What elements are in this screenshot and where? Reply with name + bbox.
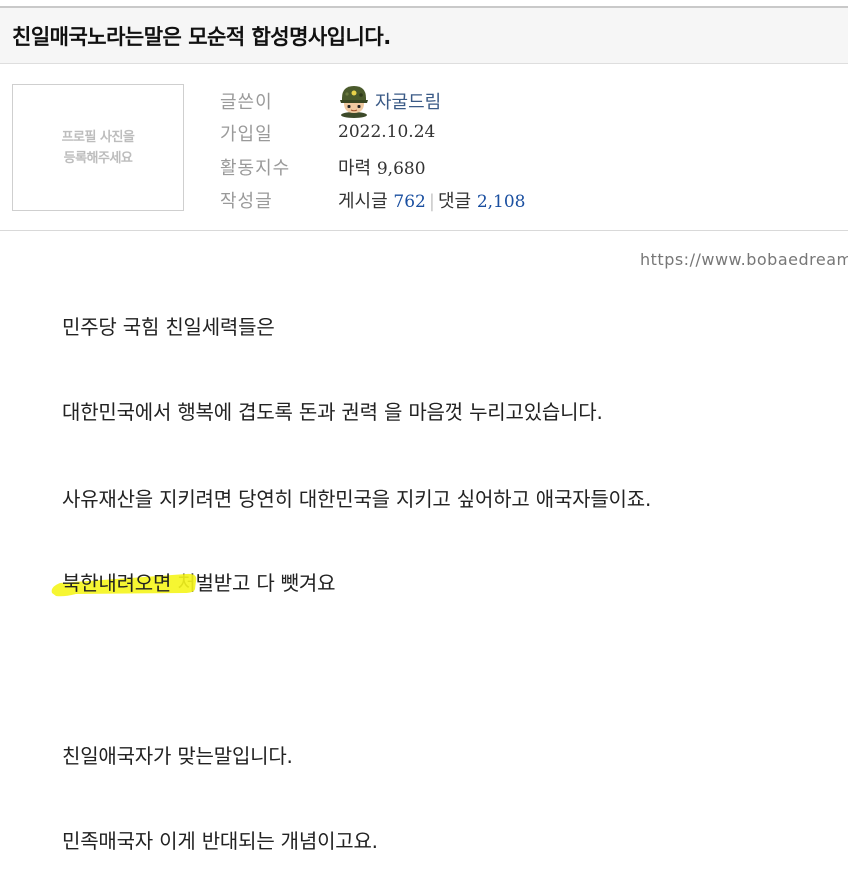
body-line-6: 민족매국자 이게 반대되는 개념이고요. (62, 829, 378, 853)
profile-photo-placeholder: 프로필 사진을 등록해주세요 (12, 84, 184, 211)
author-name[interactable]: 자굴드림 (375, 92, 441, 113)
profile-photo-text-line1: 프로필 사진을 (61, 129, 135, 145)
author-label: 글쓴이 (220, 92, 273, 113)
activity-score: 9,680 (376, 159, 426, 179)
body-line-3: 사유재산을 지키려면 당연히 대한민국을 지키고 싶어하고 애국자들이죠. (62, 487, 652, 511)
post-title: 친일매국노라는말은 모순적 합성명사입니다. (12, 25, 391, 49)
info-divider (0, 230, 848, 231)
comments-count[interactable]: 2,108 (477, 192, 526, 212)
comments-count-label: 댓글 (437, 191, 472, 212)
body-line-1: 민주당 국힘 친일세력들은 (62, 315, 275, 339)
soldier-avatar-icon (336, 82, 372, 118)
activity-value-row: 마력 9,680 (338, 154, 426, 180)
body-line-2: 대한민국에서 행복에 겹도록 돈과 권력 을 마음껏 누리고있습니다. (62, 400, 603, 424)
posts-count[interactable]: 762 (393, 192, 425, 212)
title-bar: 친일매국노라는말은 모순적 합성명사입니다. (0, 8, 848, 64)
posts-label: 작성글 (220, 191, 273, 212)
posts-count-label: 게시글 (338, 191, 388, 212)
posts-value-row: 게시글 762 | 댓글 2,108 (338, 187, 525, 213)
separator: | (428, 191, 435, 212)
highlighted-phrase: 북한내려오면 (51, 567, 197, 597)
activity-type: 마력 (338, 158, 372, 179)
highlighted-text: 북한내려오면 (62, 571, 172, 595)
joined-label: 가입일 (220, 124, 273, 145)
body-line-5: 친일애국자가 맞는말입니다. (62, 744, 293, 768)
source-url[interactable]: https://www.bobaedream (640, 250, 848, 269)
joined-date: 2022.10.24 (338, 122, 436, 142)
author-row[interactable]: 자굴드림 (336, 86, 441, 118)
body-line-4: 북한내려오면 처벌받고 다 뺏겨요 (51, 567, 335, 597)
profile-photo-text-line2: 등록해주세요 (63, 150, 133, 166)
activity-label: 활동지수 (220, 158, 291, 179)
